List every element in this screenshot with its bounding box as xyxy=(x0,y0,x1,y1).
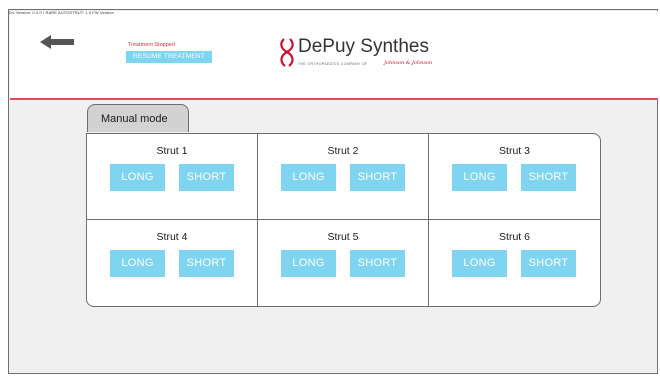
strut-title: Strut 1 xyxy=(156,145,188,157)
brand-parent: Johnson & Johnson xyxy=(384,60,433,66)
strut-5-short-button[interactable]: SHORT xyxy=(350,250,405,277)
arrow-left-icon xyxy=(40,35,74,49)
strut-1-long-button[interactable]: LONG xyxy=(110,164,165,191)
strut-1-short-button[interactable]: SHORT xyxy=(179,164,234,191)
resume-treatment-button[interactable]: RESUME TREATMENT xyxy=(126,51,212,63)
strut-cell-1: Strut 1 LONG SHORT xyxy=(87,134,258,220)
strut-2-long-button[interactable]: LONG xyxy=(281,164,336,191)
strut-6-long-button[interactable]: LONG xyxy=(452,250,507,277)
strut-cell-5: Strut 5 LONG SHORT xyxy=(258,220,429,306)
strut-5-long-button[interactable]: LONG xyxy=(281,250,336,277)
strut-3-short-button[interactable]: SHORT xyxy=(521,164,576,191)
brand-tagline: THE ORTHOPAEDICS COMPANY OF xyxy=(298,62,368,66)
strut-panel: Strut 1 LONG SHORT Strut 2 LONG SHORT St… xyxy=(86,133,601,307)
strut-3-long-button[interactable]: LONG xyxy=(452,164,507,191)
strut-6-short-button[interactable]: SHORT xyxy=(521,250,576,277)
header-bar: Treatment Stopped RESUME TREATMENT DePuy… xyxy=(10,11,658,100)
strut-4-long-button[interactable]: LONG xyxy=(110,250,165,277)
brand-logo: DePuy Synthes THE ORTHOPAEDICS COMPANY O… xyxy=(279,36,432,72)
strut-2-short-button[interactable]: SHORT xyxy=(350,164,405,191)
strut-cell-2: Strut 2 LONG SHORT xyxy=(258,134,429,220)
strut-title: Strut 4 xyxy=(156,231,188,243)
strut-title: Strut 6 xyxy=(499,231,530,243)
strut-title: Strut 2 xyxy=(327,145,359,157)
treatment-status-text: Treatment Stopped xyxy=(128,42,175,48)
strut-title: Strut 3 xyxy=(499,145,530,157)
strut-cell-4: Strut 4 LONG SHORT xyxy=(87,220,258,306)
app-window: Treatment Stopped RESUME TREATMENT DePuy… xyxy=(8,9,658,374)
strut-4-short-button[interactable]: SHORT xyxy=(179,250,234,277)
brand-name: DePuy Synthes xyxy=(298,36,429,57)
strut-cell-6: Strut 6 LONG SHORT xyxy=(429,220,600,306)
back-button[interactable] xyxy=(40,34,76,50)
tab-manual-mode[interactable]: Manual mode xyxy=(87,104,189,132)
strut-cell-3: Strut 3 LONG SHORT xyxy=(429,134,600,220)
window-title: DV Version: 0.0.0 / RARE AUTOSTRUT: 1.0 … xyxy=(9,10,114,15)
strut-title: Strut 5 xyxy=(327,231,359,243)
brand-ribbon-icon xyxy=(280,38,294,67)
